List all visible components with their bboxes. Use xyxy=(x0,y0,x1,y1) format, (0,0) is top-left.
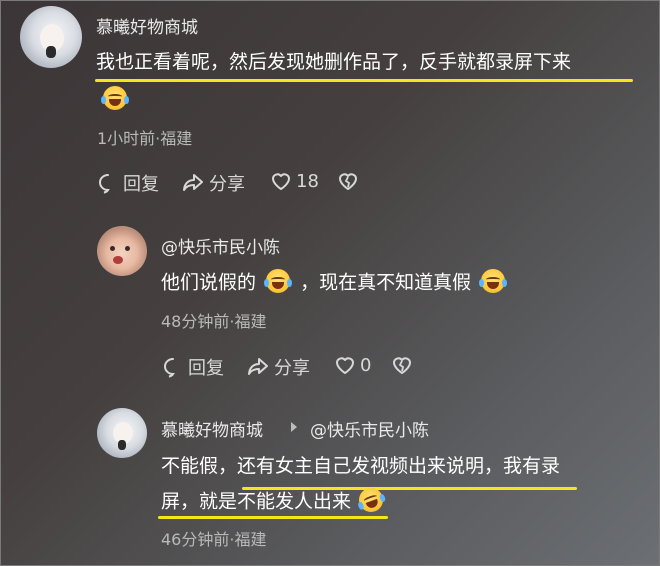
share-arrow-icon xyxy=(248,358,268,375)
username[interactable]: 慕曦好物商城 xyxy=(96,13,198,38)
comment-meta: 46分钟前·福建 xyxy=(161,530,267,549)
reply-arrow-icon xyxy=(291,422,297,432)
comment-bubble-icon xyxy=(164,358,175,378)
username[interactable]: @快乐市民小陈 xyxy=(161,233,280,258)
comment-meta: 1小时前·福建 xyxy=(97,129,193,148)
reply-to-username[interactable]: @快乐市民小陈 xyxy=(310,416,429,441)
comment-text: 不能假，还有女主自己发视频出来说明，我有录 xyxy=(161,455,561,477)
like-count: 18 xyxy=(296,170,319,192)
comment-text: 他们说假的 ，现在真不知道真假 xyxy=(161,269,508,295)
avatar[interactable] xyxy=(97,226,147,276)
laughing-tears-emoji-icon xyxy=(355,484,387,516)
like-button[interactable]: 0 xyxy=(334,354,371,376)
laughing-tears-emoji-icon xyxy=(101,86,129,110)
share-button[interactable]: 分享 xyxy=(246,354,310,380)
like-count: 0 xyxy=(360,354,372,376)
reply-button[interactable]: 回复 xyxy=(97,170,159,196)
highlight-underline xyxy=(158,516,388,519)
reply-label: 回复 xyxy=(188,358,224,379)
heart-icon xyxy=(336,357,354,374)
avatar[interactable] xyxy=(20,6,82,68)
broken-heart-icon xyxy=(339,173,357,190)
share-arrow-icon xyxy=(183,174,203,191)
reply-button[interactable]: 回复 xyxy=(162,354,224,380)
highlight-underline xyxy=(95,79,633,82)
comment-text-part: ，现在真不知道真假 xyxy=(300,271,472,294)
dislike-button[interactable] xyxy=(391,354,413,376)
comment-text: 我也正看着呢，然后发现她删作品了，反手就都录屏下来 xyxy=(96,51,572,73)
reply-label: 回复 xyxy=(123,174,159,195)
comment-meta: 48分钟前·福建 xyxy=(161,312,267,331)
comment-text-part: 他们说假的 xyxy=(161,271,257,294)
share-label: 分享 xyxy=(274,358,310,379)
dislike-button[interactable] xyxy=(337,170,359,192)
comment-text-line2: 屏，就是不能发人出来 xyxy=(161,484,387,516)
comment-bubble-icon xyxy=(99,174,110,194)
comment-text-part: 屏，就是不能发人出来 xyxy=(161,490,352,513)
laughing-tears-emoji-icon xyxy=(264,269,293,293)
avatar[interactable] xyxy=(97,408,147,458)
laughing-tears-emoji-icon xyxy=(479,269,508,293)
heart-icon xyxy=(272,173,290,190)
share-label: 分享 xyxy=(209,174,245,195)
broken-heart-icon xyxy=(393,357,411,374)
share-button[interactable]: 分享 xyxy=(181,170,245,196)
username[interactable]: 慕曦好物商城 xyxy=(161,416,263,441)
like-button[interactable]: 18 xyxy=(270,170,319,192)
